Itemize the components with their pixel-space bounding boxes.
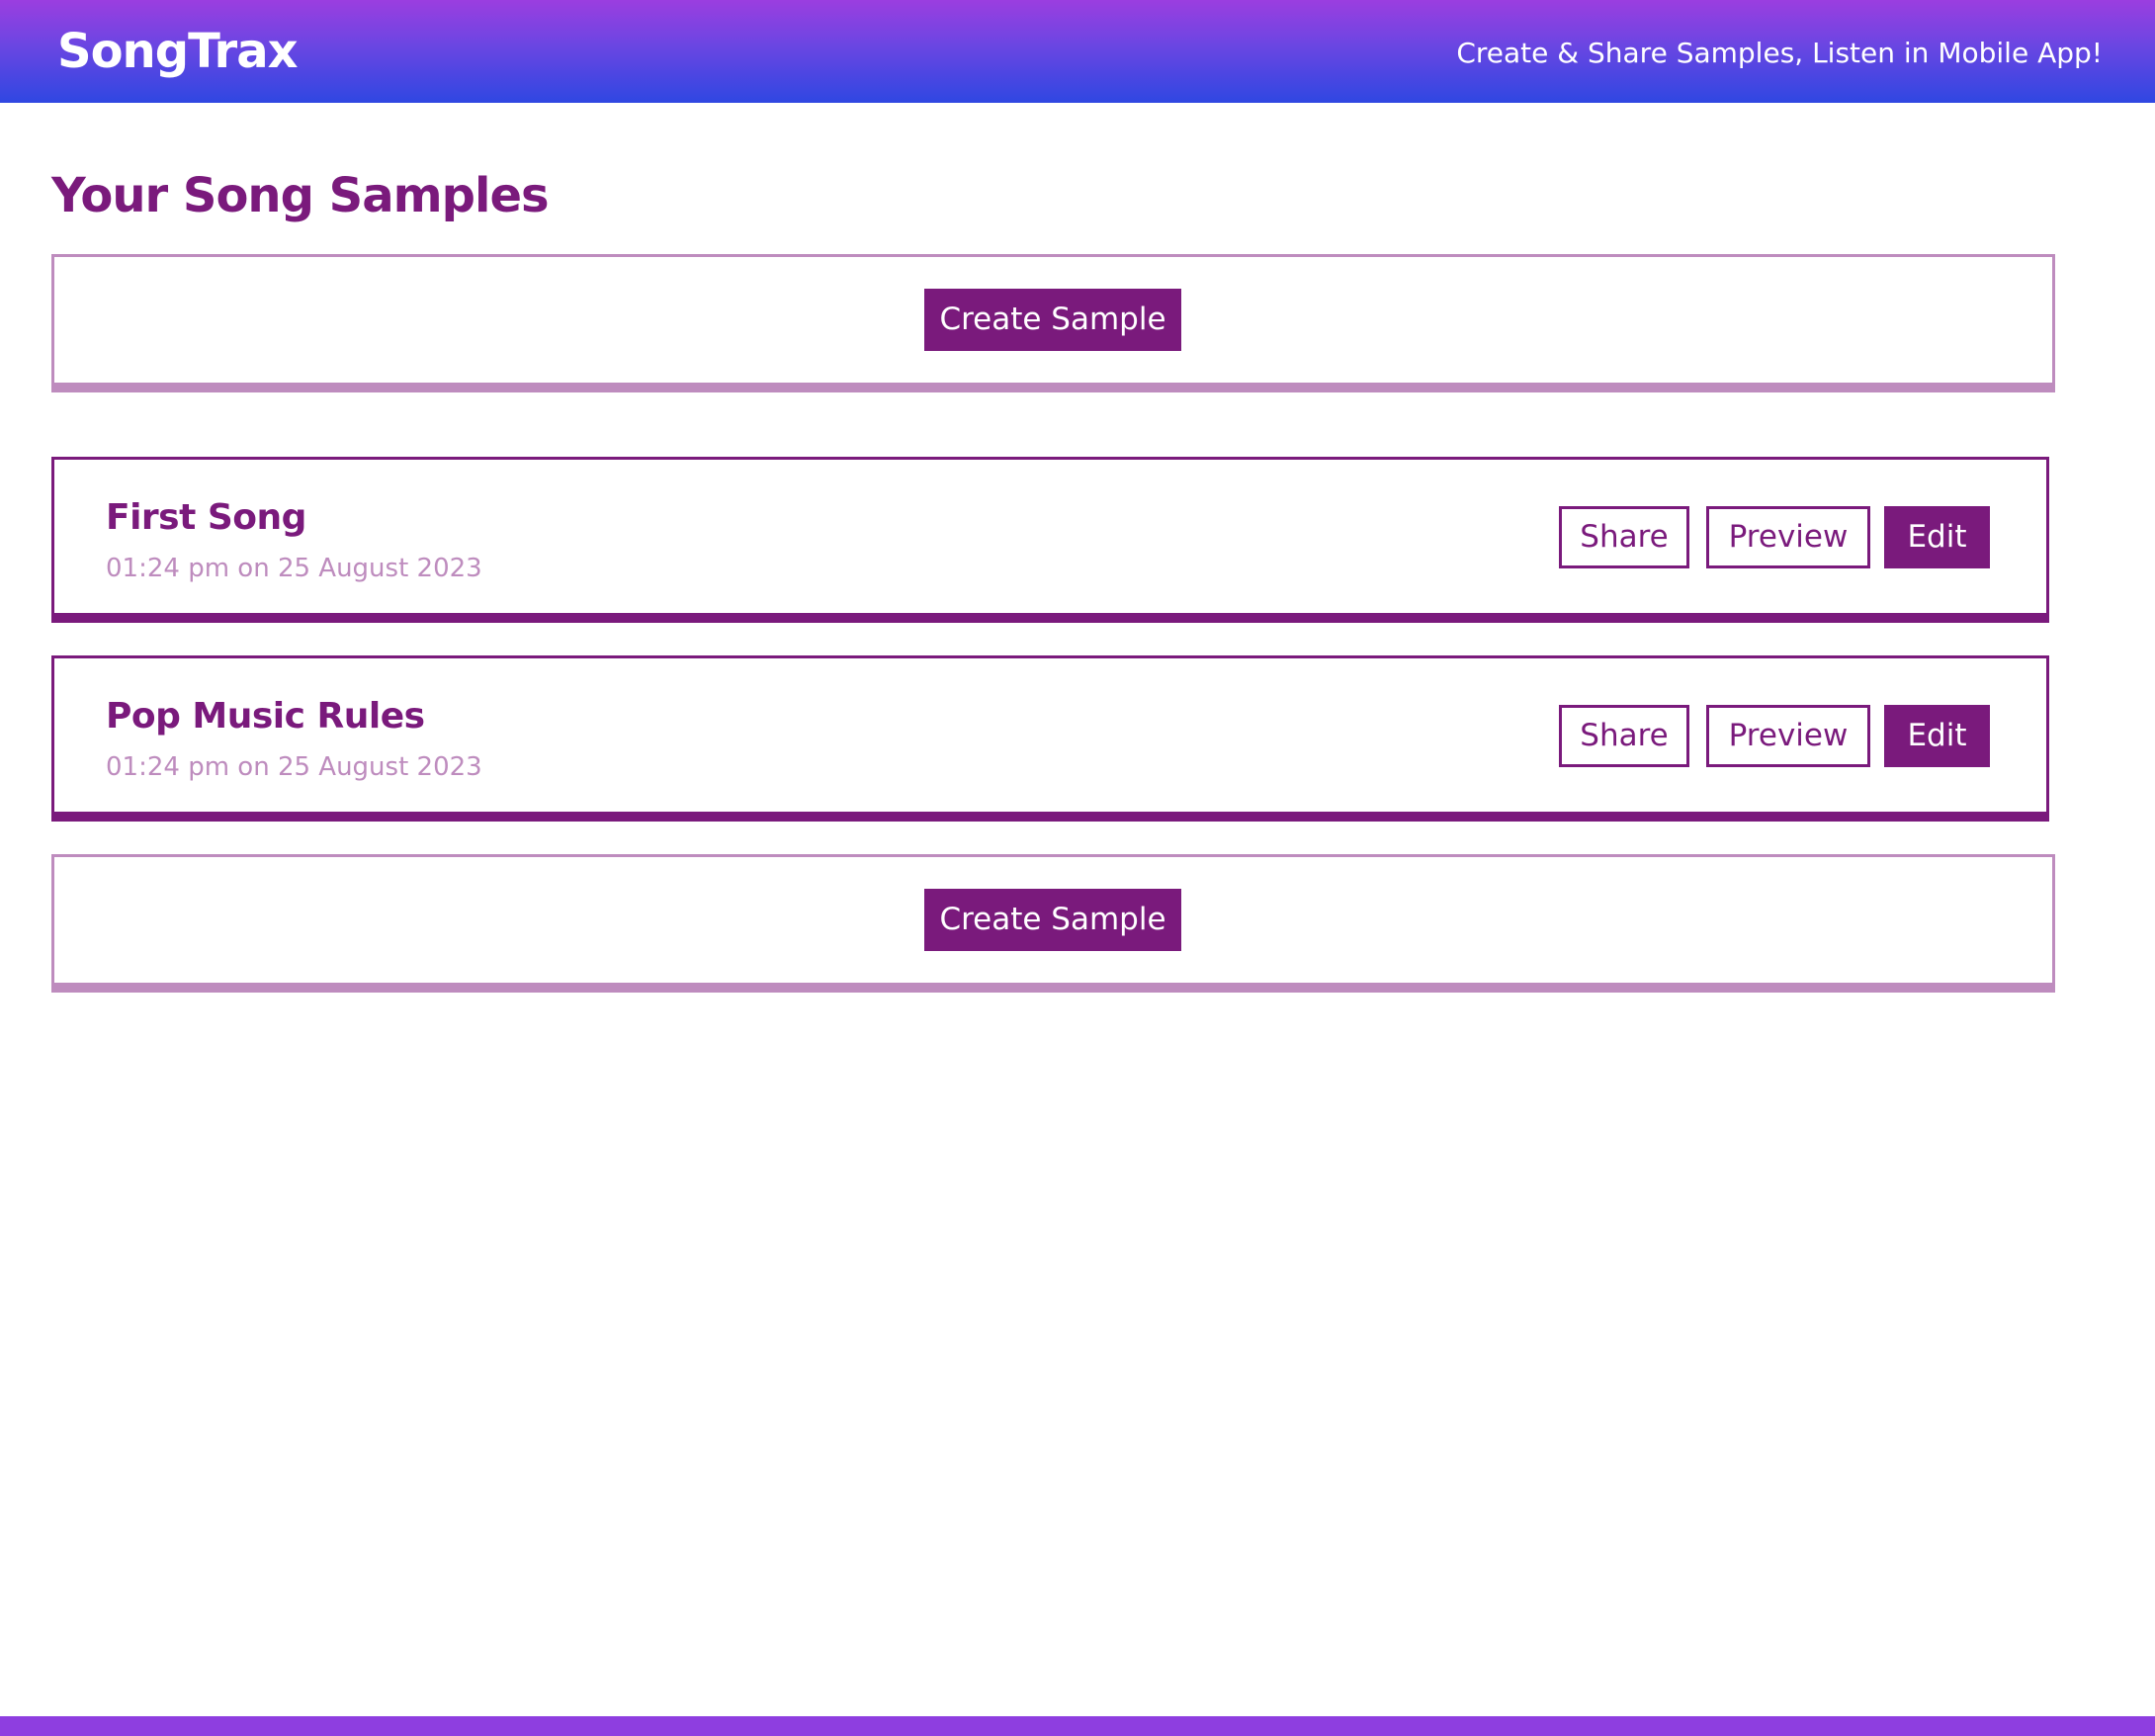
sample-card: First Song 01:24 pm on 25 August 2023 Sh… <box>51 457 2049 623</box>
app-logo[interactable]: SongTrax <box>57 22 299 81</box>
create-sample-button-bottom[interactable]: Create Sample <box>924 889 1181 951</box>
preview-button[interactable]: Preview <box>1706 506 1870 568</box>
create-sample-button-top[interactable]: Create Sample <box>924 289 1181 351</box>
sample-timestamp: 01:24 pm on 25 August 2023 <box>106 752 482 782</box>
sample-title: First Song <box>106 497 306 538</box>
page-title: Your Song Samples <box>51 168 550 223</box>
preview-button[interactable]: Preview <box>1706 705 1870 767</box>
sample-card: Pop Music Rules 01:24 pm on 25 August 20… <box>51 655 2049 822</box>
sample-title: Pop Music Rules <box>106 696 425 737</box>
sample-timestamp: 01:24 pm on 25 August 2023 <box>106 554 482 583</box>
share-button[interactable]: Share <box>1559 506 1689 568</box>
footer-bar <box>0 1716 2155 1736</box>
header-tagline: Create & Share Samples, Listen in Mobile… <box>1456 37 2103 69</box>
top-header: SongTrax Create & Share Samples, Listen … <box>0 0 2155 103</box>
edit-button[interactable]: Edit <box>1884 705 1990 767</box>
share-button[interactable]: Share <box>1559 705 1689 767</box>
create-sample-panel-top: Create Sample <box>51 254 2055 392</box>
create-sample-panel-bottom: Create Sample <box>51 854 2055 993</box>
edit-button[interactable]: Edit <box>1884 506 1990 568</box>
